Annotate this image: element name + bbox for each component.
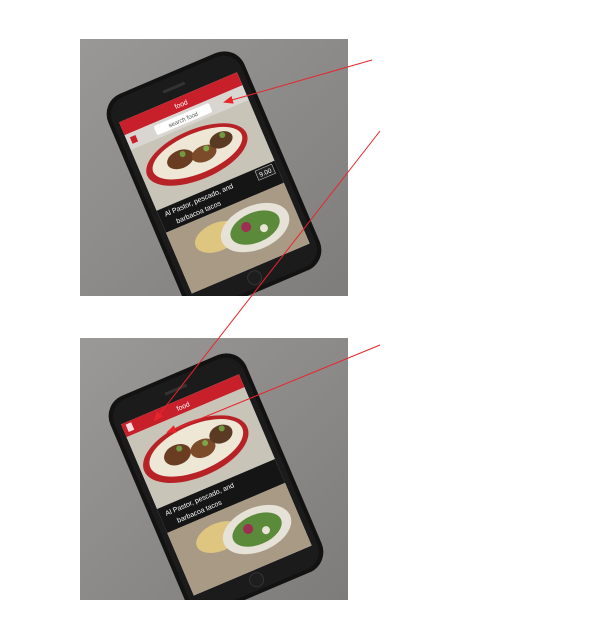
phone-photo-graphic: food Al Pastor, pescado, and barbacoa ta… — [80, 338, 348, 600]
phone-photo-search-open: food search food Al Pastor, pescado, and — [80, 39, 348, 296]
phone-photo-graphic: food search food Al Pastor, pescado, and — [80, 39, 348, 296]
phone-photo-search-closed: food Al Pastor, pescado, and barbacoa ta… — [80, 338, 348, 600]
